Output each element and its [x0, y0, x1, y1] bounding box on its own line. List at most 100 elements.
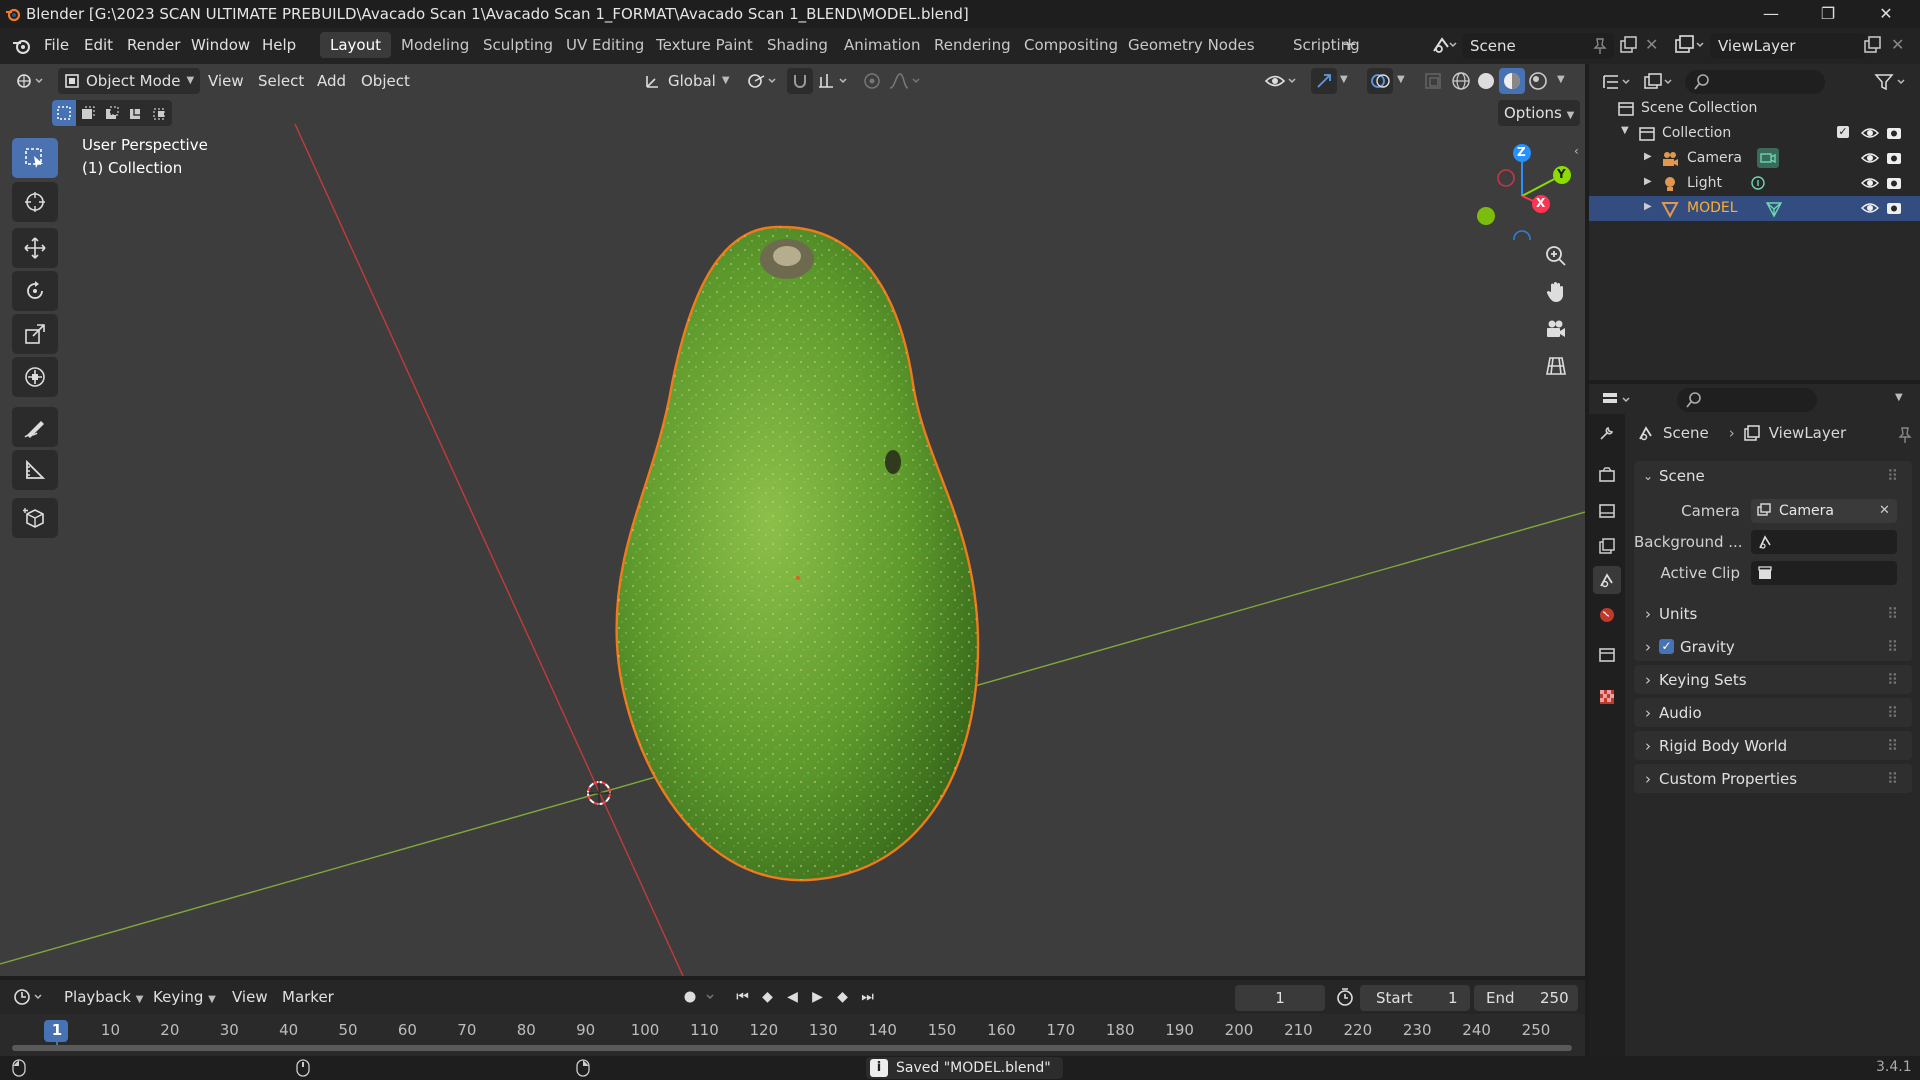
clear-icon[interactable]: ✕ [1879, 499, 1890, 523]
menu-help[interactable]: Help [262, 36, 296, 54]
delete-scene-icon[interactable]: ✕ [1645, 35, 1658, 54]
drag-handle-icon[interactable]: ⠿ [1887, 731, 1898, 761]
display-mode-icon[interactable] [1643, 72, 1677, 92]
tool-tab-icon[interactable] [1598, 424, 1616, 442]
menu-file[interactable]: File [44, 36, 69, 54]
overlays-toggle-icon[interactable] [1367, 68, 1393, 94]
move-tool[interactable] [12, 228, 58, 268]
material-preview-shading-icon[interactable] [1499, 68, 1525, 94]
viewport-menu-view[interactable]: View [202, 68, 250, 94]
scale-tool[interactable] [12, 314, 58, 354]
zoom-icon[interactable] [1538, 239, 1574, 273]
visibility-eye-icon[interactable] [1861, 200, 1879, 216]
preview-range-icon[interactable] [1335, 987, 1355, 1007]
outliner-editor-type-icon[interactable] [1601, 72, 1635, 92]
viewlayer-selector[interactable]: ViewLayer [1710, 33, 1866, 59]
visibility-eye-icon[interactable] [1861, 175, 1879, 191]
properties-search-input[interactable] [1677, 388, 1817, 412]
expand-arrow-icon[interactable]: ▶ [1644, 176, 1652, 187]
drag-handle-icon[interactable]: ⠿ [1887, 632, 1898, 662]
tab-geometry-nodes[interactable]: Geometry Nodes [1118, 32, 1265, 58]
delete-viewlayer-icon[interactable]: ✕ [1891, 35, 1904, 54]
render-camera-icon[interactable] [1886, 200, 1902, 216]
editor-type-icon[interactable] [14, 70, 48, 92]
3d-viewport[interactable]: Object Mode ▼ View Select Add Object Glo… [0, 64, 1585, 976]
tab-animation[interactable]: Animation [834, 32, 930, 58]
viewport-menu-select[interactable]: Select [252, 68, 310, 94]
tab-texture-paint[interactable]: Texture Paint [646, 32, 763, 58]
restore-button[interactable]: ❐ [1800, 0, 1856, 28]
wireframe-shading-icon[interactable] [1451, 71, 1471, 91]
render-camera-icon[interactable] [1886, 175, 1902, 191]
next-keyframe-icon[interactable]: ◆ [830, 989, 855, 1005]
falloff-icon[interactable] [888, 71, 924, 91]
start-frame-field[interactable]: Start 1 [1360, 985, 1470, 1011]
pin-icon[interactable] [1592, 37, 1608, 55]
visibility-eye-icon[interactable] [1264, 70, 1300, 92]
minimize-button[interactable]: — [1743, 0, 1799, 28]
timeline-scrollbar[interactable] [12, 1045, 1572, 1051]
scene-icon[interactable] [1430, 34, 1458, 56]
pin-icon[interactable] [1897, 426, 1913, 444]
chevron-down-icon[interactable]: ▼ [1557, 74, 1565, 85]
select-new-icon[interactable] [52, 100, 76, 126]
rendered-shading-icon[interactable] [1528, 71, 1548, 91]
play-reverse-icon[interactable]: ◀ [780, 989, 805, 1005]
status-report[interactable]: i Saved "MODEL.blend" [866, 1057, 1063, 1079]
units-panel[interactable]: › Units ⠿ [1634, 599, 1912, 628]
render-camera-icon[interactable] [1886, 125, 1902, 141]
pan-hand-icon[interactable] [1538, 275, 1574, 309]
keying-sets-panel[interactable]: › Keying Sets ⠿ [1634, 665, 1912, 694]
chevron-down-icon[interactable]: ▼ [1340, 74, 1348, 85]
exclude-checkbox-icon[interactable]: ✓ [1837, 126, 1849, 138]
tab-sculpting[interactable]: Sculpting [473, 32, 563, 58]
drag-handle-icon[interactable]: ⠿ [1887, 764, 1898, 794]
blender-menu-icon[interactable] [12, 37, 32, 55]
annotate-tool[interactable] [12, 407, 58, 447]
jump-end-icon[interactable]: ⏭ [855, 989, 880, 1005]
sidebar-toggle-icon[interactable]: ‹ [1574, 144, 1579, 158]
menu-window[interactable]: Window [191, 36, 250, 54]
jump-start-icon[interactable]: ⏮ [730, 989, 755, 1005]
timeline-editor-type-icon[interactable] [12, 986, 48, 1008]
current-frame-field[interactable]: 1 [1235, 985, 1325, 1011]
mesh-data-icon[interactable] [1765, 200, 1783, 218]
keying-menu[interactable]: Keying ▼ [147, 984, 222, 1010]
drag-handle-icon[interactable]: ⠿ [1887, 698, 1898, 728]
outliner-item-model[interactable]: ▶ MODEL [1589, 196, 1920, 221]
drag-handle-icon[interactable]: ⠿ [1887, 599, 1898, 629]
camera-data-icon[interactable] [1757, 148, 1779, 168]
visibility-eye-icon[interactable] [1861, 125, 1879, 141]
outliner-item-light[interactable]: ▶ Light [1589, 171, 1920, 196]
menu-render[interactable]: Render [127, 36, 180, 54]
select-intersect-icon[interactable] [148, 100, 172, 126]
gravity-panel[interactable]: › ✓ Gravity ⠿ [1634, 632, 1912, 661]
pivot-point-icon[interactable] [745, 70, 781, 92]
end-frame-field[interactable]: End 250 [1474, 985, 1578, 1011]
camera-field[interactable]: Camera ✕ [1751, 499, 1897, 523]
select-box-tool[interactable] [12, 138, 58, 178]
custom-properties-panel[interactable]: › Custom Properties ⠿ [1634, 764, 1912, 793]
select-subtract-icon[interactable] [100, 100, 124, 126]
scene-panel-header[interactable]: ⌄ Scene ⠿ [1634, 461, 1912, 491]
viewport-menu-object[interactable]: Object [355, 68, 416, 94]
tab-compositing[interactable]: Compositing [1014, 32, 1128, 58]
chevron-down-icon[interactable]: ▼ [1895, 392, 1903, 403]
play-icon[interactable]: ▶ [805, 989, 830, 1005]
snap-target-icon[interactable] [816, 70, 852, 92]
tab-layout[interactable]: Layout [320, 32, 391, 58]
record-icon[interactable] [680, 987, 720, 1007]
render-camera-icon[interactable] [1886, 150, 1902, 166]
drag-handle-icon[interactable]: ⠿ [1887, 461, 1898, 491]
expand-arrow-icon[interactable]: ▶ [1644, 151, 1652, 162]
chevron-down-icon[interactable]: ▼ [1397, 74, 1405, 85]
cursor-tool[interactable] [12, 182, 58, 222]
outliner-item-camera[interactable]: ▶ Camera [1589, 146, 1920, 171]
solid-shading-icon[interactable] [1476, 71, 1496, 91]
new-scene-icon[interactable] [1618, 35, 1638, 55]
select-extend-icon[interactable] [76, 100, 100, 126]
tab-shading[interactable]: Shading [757, 32, 838, 58]
audio-panel[interactable]: › Audio ⠿ [1634, 698, 1912, 727]
texture-tab-icon[interactable] [1598, 688, 1616, 706]
outliner-collection[interactable]: ▼ Collection ✓ [1589, 121, 1920, 146]
